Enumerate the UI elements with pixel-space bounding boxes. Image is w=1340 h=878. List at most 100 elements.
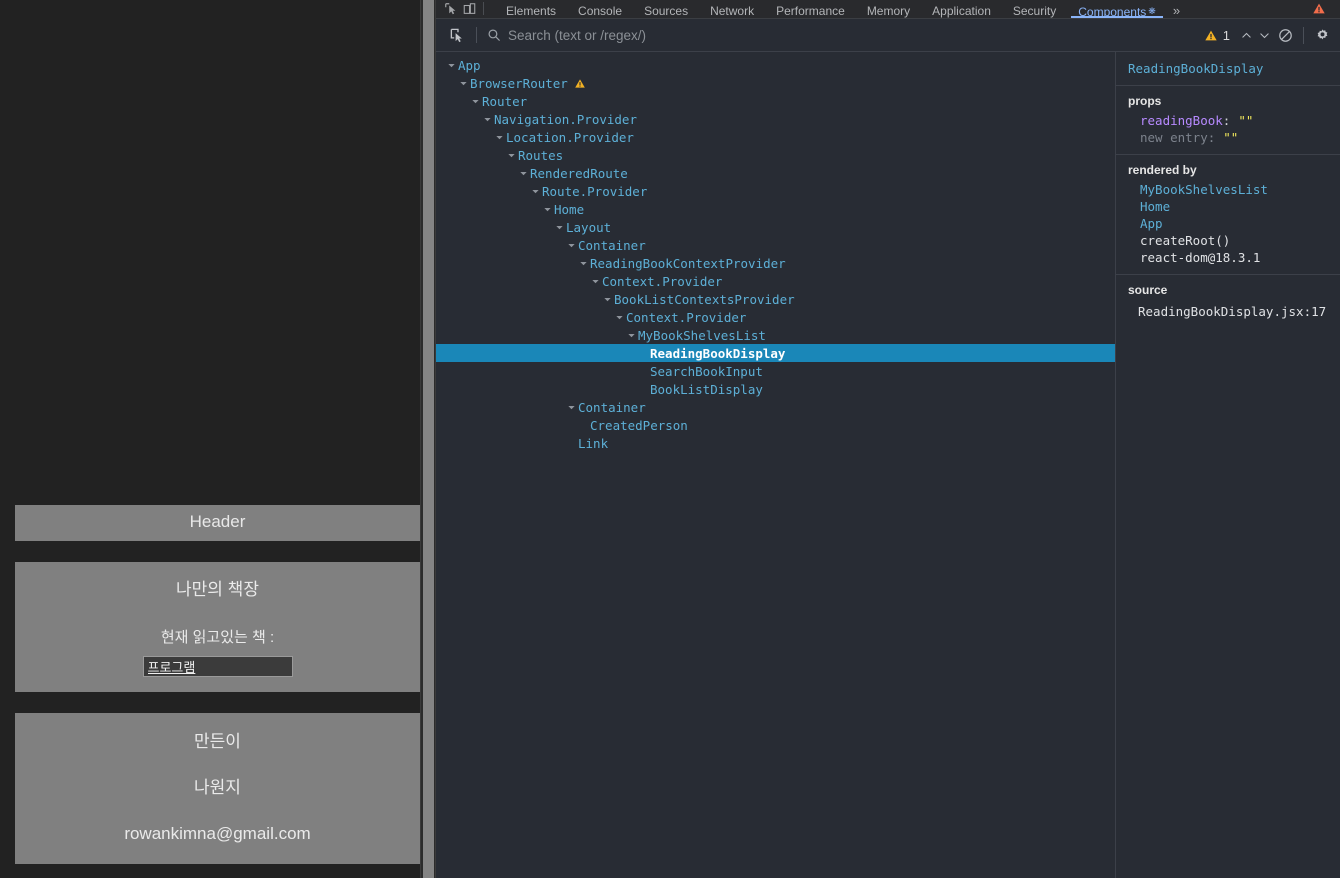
- tree-row[interactable]: CreatedPerson: [436, 416, 1115, 434]
- rendered-by-label: App: [1140, 216, 1163, 231]
- chevron-down-icon[interactable]: [542, 204, 553, 215]
- webpage-scrollbar[interactable]: [420, 0, 435, 878]
- webpage-viewport: Header 나만의 책장 현재 읽고있는 책 : 만든이 나원지 rowank…: [0, 0, 435, 878]
- tree-row[interactable]: Router: [436, 92, 1115, 110]
- prop-key: readingBook: [1140, 113, 1223, 128]
- tree-row[interactable]: BookListDisplay: [436, 380, 1115, 398]
- tree-node-label: Container: [578, 237, 646, 253]
- rendered-by-label: MyBookShelvesList: [1140, 182, 1268, 197]
- tree-row[interactable]: Route.Provider: [436, 182, 1115, 200]
- tree-node-label: Route.Provider: [542, 183, 648, 199]
- rendered-by-item[interactable]: MyBookShelvesList: [1116, 181, 1340, 198]
- tree-row[interactable]: Link: [436, 434, 1115, 452]
- tab-console[interactable]: Console: [567, 0, 633, 18]
- tree-row[interactable]: Context.Provider: [436, 308, 1115, 326]
- chevron-down-icon[interactable]: [602, 294, 613, 305]
- tree-row[interactable]: Layout: [436, 218, 1115, 236]
- chevron-down-icon[interactable]: [458, 78, 469, 89]
- creator-name: 나원지: [194, 778, 241, 797]
- tree-row[interactable]: MyBookShelvesList: [436, 326, 1115, 344]
- tree-node-label: Home: [554, 201, 585, 217]
- tree-row[interactable]: BookListContextsProvider: [436, 290, 1115, 308]
- tab-sources[interactable]: Sources: [633, 0, 699, 18]
- webpage-scrollbar-thumb[interactable]: [423, 0, 434, 878]
- warning-indicator[interactable]: 1: [1204, 28, 1235, 43]
- more-tabs-icon[interactable]: »: [1167, 0, 1186, 18]
- gear-icon[interactable]: [1312, 25, 1332, 45]
- chevron-down-icon[interactable]: [518, 168, 529, 179]
- tree-row[interactable]: Container: [436, 236, 1115, 254]
- props-header: props: [1128, 94, 1162, 108]
- tree-node-label: Layout: [566, 219, 612, 235]
- search-icon: [486, 27, 502, 43]
- tree-row[interactable]: SearchBookInput: [436, 362, 1115, 380]
- tab-performance[interactable]: Performance: [765, 0, 856, 18]
- screen-root: Header 나만의 책장 현재 읽고있는 책 : 만든이 나원지 rowank…: [0, 0, 1340, 878]
- select-component-icon[interactable]: [446, 24, 468, 46]
- tree-node-label: ReadingBookContextProvider: [590, 255, 786, 271]
- tree-row[interactable]: Home: [436, 200, 1115, 218]
- tree-row[interactable]: ReadingBookDisplay: [436, 344, 1115, 362]
- tree-row[interactable]: Context.Provider: [436, 272, 1115, 290]
- tree-node-label: BrowserRouter: [470, 75, 568, 91]
- error-badge-icon[interactable]: [1312, 2, 1326, 18]
- warning-triangle-icon: [1205, 30, 1217, 40]
- rendered-by-label: createRoot(): [1140, 233, 1231, 248]
- next-result-icon[interactable]: [1255, 26, 1273, 44]
- tree-row[interactable]: Navigation.Provider: [436, 110, 1115, 128]
- chevron-down-icon[interactable]: [482, 114, 493, 125]
- tree-node-label: Link: [578, 435, 609, 451]
- tree-node-label: App: [458, 57, 481, 73]
- devtools-panel: Elements Console Sources Network Perform…: [435, 0, 1340, 878]
- clear-warnings-icon[interactable]: [1275, 25, 1295, 45]
- previous-result-icon[interactable]: [1237, 26, 1255, 44]
- tab-security[interactable]: Security: [1002, 0, 1067, 18]
- components-toolbar: 1: [436, 19, 1340, 52]
- tab-network[interactable]: Network: [699, 0, 765, 18]
- tree-node-label: CreatedPerson: [590, 417, 688, 433]
- tree-row[interactable]: Routes: [436, 146, 1115, 164]
- tab-application[interactable]: Application: [921, 0, 1002, 18]
- devtools-toolbar-icons: [436, 0, 495, 18]
- device-toolbar-icon[interactable]: [460, 1, 478, 17]
- chevron-down-icon[interactable]: [566, 240, 577, 251]
- chevron-down-icon[interactable]: [530, 186, 541, 197]
- chevron-down-icon[interactable]: [566, 402, 577, 413]
- inspect-element-icon[interactable]: [442, 1, 460, 17]
- prop-row[interactable]: readingBook: "": [1116, 112, 1340, 129]
- toolbar-separator: [476, 27, 477, 43]
- tab-elements[interactable]: Elements: [495, 0, 567, 18]
- reading-book-input[interactable]: [142, 656, 293, 678]
- chevron-down-icon[interactable]: [446, 60, 457, 71]
- source-location[interactable]: ReadingBookDisplay.jsx:17: [1116, 301, 1340, 322]
- rendered-by-item: createRoot(): [1116, 232, 1340, 249]
- search-input[interactable]: [508, 27, 1204, 43]
- tab-components-label: Components: [1078, 5, 1147, 19]
- tree-row[interactable]: App: [436, 56, 1115, 74]
- chevron-down-icon[interactable]: [626, 330, 637, 341]
- chevron-down-icon[interactable]: [506, 150, 517, 161]
- tree-row[interactable]: Location.Provider: [436, 128, 1115, 146]
- prop-row[interactable]: new entry: "": [1116, 129, 1340, 146]
- toolbar-separator-2: [1303, 26, 1304, 44]
- chevron-down-icon[interactable]: [614, 312, 625, 323]
- component-tree[interactable]: App BrowserRouter Router Navigation.Provide…: [436, 52, 1116, 878]
- chevron-down-icon[interactable]: [554, 222, 565, 233]
- tree-row[interactable]: ReadingBookContextProvider: [436, 254, 1115, 272]
- chevron-down-icon[interactable]: [578, 258, 589, 269]
- warning-triangle-icon: [574, 78, 586, 89]
- tree-row[interactable]: RenderedRoute: [436, 164, 1115, 182]
- chevron-down-icon[interactable]: [590, 276, 601, 287]
- toolbar-divider: [483, 2, 484, 15]
- tree-node-label: BookListDisplay: [650, 381, 763, 397]
- tree-row[interactable]: Container: [436, 398, 1115, 416]
- rendered-by-item[interactable]: App: [1116, 215, 1340, 232]
- chevron-down-icon[interactable]: [470, 96, 481, 107]
- tree-row[interactable]: BrowserRouter: [436, 74, 1115, 92]
- tab-components[interactable]: Components ❋: [1067, 0, 1167, 18]
- tab-memory[interactable]: Memory: [856, 0, 921, 18]
- rendered-by-item[interactable]: Home: [1116, 198, 1340, 215]
- chevron-down-icon[interactable]: [494, 132, 505, 143]
- tree-node-label: ReadingBookDisplay: [650, 345, 786, 361]
- rendered-by-item: react-dom@18.3.1: [1116, 249, 1340, 266]
